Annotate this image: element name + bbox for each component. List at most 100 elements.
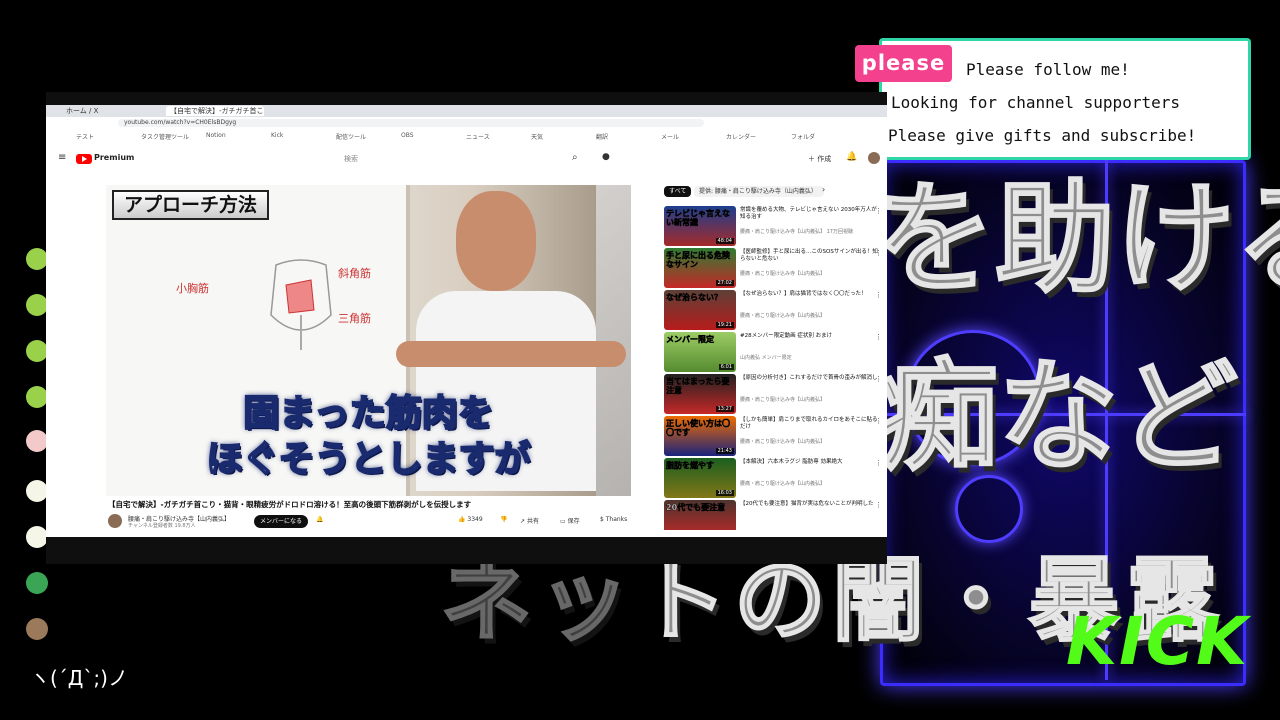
bookmark-item[interactable]: カレンダー: [726, 132, 756, 141]
duration-badge: 27:02: [715, 280, 734, 286]
more-options-icon[interactable]: ⋮: [875, 375, 882, 383]
more-options-icon[interactable]: ⋮: [875, 207, 882, 215]
duration-badge: 13:27: [715, 406, 734, 412]
video-thumbnail[interactable]: メンバー限定 6:01: [664, 332, 736, 372]
tab-youtube[interactable]: 【自宅で解決】-ガチガチ首こり...: [166, 106, 264, 116]
browser-tab-strip: ホーム / X 【自宅で解決】-ガチガチ首こり...: [46, 105, 887, 117]
recommendation-meta: 腰痛・肩こり駆け込み寺【山内義弘】: [740, 271, 826, 277]
create-button[interactable]: ＋ 作成: [808, 154, 831, 164]
recommendation-item[interactable]: メンバー限定 6:01 #28メンバー限定動画 症状別 おまけ 山内義弘 メンバ…: [664, 332, 884, 372]
thanks-button[interactable]: $ Thanks: [600, 516, 627, 523]
youtube-premium-label: Premium: [94, 153, 135, 162]
create-label: 作成: [817, 155, 832, 163]
bookmark-item[interactable]: メール: [661, 132, 679, 141]
chat-emote-icon: [26, 248, 48, 270]
recommendation-item[interactable]: テレビじゃ言えない新常識 48:04 常識を覆める大物、テレビじゃ言えない 20…: [664, 206, 884, 246]
more-options-icon[interactable]: ⋮: [875, 291, 882, 299]
join-button[interactable]: メンバーになる: [254, 515, 308, 528]
video-thumbnail[interactable]: 当てはまったら要注意 13:27: [664, 374, 736, 414]
channel-subscribers: チャンネル登録者数 19.8万人: [128, 523, 196, 529]
mic-icon[interactable]: ●: [602, 152, 610, 162]
duration-badge: 48:04: [715, 238, 734, 244]
browser-toolbar: youtube.com/watch?v=CH0ElsBDgyg: [46, 117, 887, 129]
chat-message-kaomoji: ヽ(´Д`;)ノ: [30, 666, 128, 690]
video-section-tag: アプローチ方法: [112, 190, 270, 220]
recommendation-item[interactable]: 当てはまったら要注意 13:27 【原因の分析付き】これするだけで首骨の歪みが解…: [664, 374, 884, 414]
tab-x[interactable]: ホーム / X: [66, 106, 98, 116]
bell-icon[interactable]: 🔔: [316, 516, 323, 523]
recommendation-title[interactable]: 【本解決】六本木ラグジ 脂肪専 効果絶大: [740, 459, 880, 466]
bookmark-item[interactable]: ニュース: [466, 132, 490, 141]
notifications-icon[interactable]: 🔔: [846, 152, 857, 162]
video-thumbnail[interactable]: 正しい使い方は〇〇です 21:43: [664, 416, 736, 456]
recommendation-title[interactable]: 【20代でも要注意】猫背が実は危ないことが判明した: [740, 501, 880, 508]
channel-row: 腰痛・肩こり駆け込み寺【山内義弘】 チャンネル登録者数 19.8万人 メンバーに…: [108, 512, 638, 532]
video-thumbnail[interactable]: 20代でも要注意: [664, 500, 736, 530]
share-label: 共有: [526, 518, 539, 525]
more-options-icon[interactable]: ⋮: [875, 333, 882, 341]
video-thumbnail[interactable]: 手と尿に出る危険なサイン 27:02: [664, 248, 736, 288]
bookmark-item[interactable]: 配信ツール: [336, 132, 366, 141]
bookmark-item[interactable]: OBS: [401, 132, 414, 139]
cake-emote-icon: [26, 430, 48, 452]
recommendation-title[interactable]: 【しかも簡単】肩こりまで取れるカイロをあそこに貼るだけ: [740, 417, 880, 431]
bookmark-item[interactable]: Kick: [271, 132, 283, 139]
duration-badge: 16:03: [715, 490, 734, 496]
more-options-icon[interactable]: ⋮: [875, 249, 882, 257]
search-icon[interactable]: ⌕: [572, 152, 578, 163]
video-thumbnail[interactable]: なぜ治らない？ 19:21: [664, 290, 736, 330]
bookmark-item[interactable]: 翻訳: [596, 132, 608, 141]
bookmark-item[interactable]: フォルダ: [791, 132, 815, 141]
anatomy-drawing-icon: [270, 259, 332, 350]
share-button[interactable]: ↗ 共有: [520, 516, 539, 525]
bookmark-item[interactable]: タスク管理ツール: [141, 132, 189, 141]
video-thumbnail[interactable]: テレビじゃ言えない新常識 48:04: [664, 206, 736, 246]
video-thumbnail[interactable]: 脂肪を燃やす 16:03: [664, 458, 736, 498]
more-options-icon[interactable]: ⋮: [875, 501, 882, 509]
recommendation-title[interactable]: 常識を覆める大物、テレビじゃ言えない 2030年万人が知る治す: [740, 207, 880, 221]
please-badge: please: [855, 45, 952, 82]
recommendation-title[interactable]: 【医師監修】手と尿に出る…このSOSサインが出る！知らないと危ない: [740, 249, 880, 263]
recommendation-item[interactable]: なぜ治らない？ 19:21 【なぜ治らない？】肩は猫背ではなく〇〇だった！ 腰痛…: [664, 290, 884, 330]
more-options-icon[interactable]: ⋮: [875, 417, 882, 425]
like-button[interactable]: 👍 3349: [458, 516, 483, 523]
ghost-emote-icon: [26, 480, 48, 502]
bookmarks-bar: テスト タスク管理ツール Notion Kick 配信ツール OBS ニュース …: [46, 129, 887, 143]
bookmark-item[interactable]: Notion: [206, 132, 226, 139]
chevron-right-icon[interactable]: ›: [822, 185, 825, 194]
chip-channel[interactable]: 提供: 腰痛・肩こり駆け込み寺（山内義弘）: [694, 186, 824, 197]
more-options-icon[interactable]: ⋮: [875, 459, 882, 467]
address-bar[interactable]: youtube.com/watch?v=CH0ElsBDgyg: [118, 119, 704, 127]
save-label: 保存: [567, 518, 580, 525]
recommendation-title[interactable]: 【なぜ治らない？】肩は猫背ではなく〇〇だった！: [740, 291, 880, 298]
bookmark-item[interactable]: 天気: [531, 132, 543, 141]
save-button[interactable]: ▭ 保存: [560, 516, 580, 525]
duration-badge: 19:21: [715, 322, 734, 328]
chip-all[interactable]: すべて: [664, 186, 692, 197]
search-input[interactable]: 検索: [226, 152, 566, 166]
avatar[interactable]: [868, 152, 880, 164]
bookmark-item[interactable]: テスト: [76, 132, 94, 141]
recommendation-meta: 腰痛・肩こり駆け込み寺【山内義弘】: [740, 313, 826, 319]
browser-window-capture: ホーム / X 【自宅で解決】-ガチガチ首こり... youtube.com/w…: [46, 92, 887, 564]
board-note: 小胸筋: [176, 282, 209, 295]
ghost-emote-icon: [26, 526, 48, 548]
menu-icon[interactable]: ≡: [58, 152, 66, 163]
channel-avatar[interactable]: [108, 514, 122, 528]
youtube-header: ≡ Premium 検索 ⌕ ● ＋ 作成 🔔: [46, 142, 887, 178]
dislike-icon[interactable]: 👎: [500, 516, 507, 523]
frog-emote-icon: [26, 572, 48, 594]
recommendation-item[interactable]: 20代でも要注意 【20代でも要注意】猫背が実は危ないことが判明した ⋮: [664, 500, 884, 530]
video-player[interactable]: 小胸筋 斜角筋 三角筋 アプローチ方法 固まった筋肉を ほぐそうとしますが: [106, 185, 631, 496]
recommendation-meta: 腰痛・肩こり駆け込み寺【山内義弘】: [740, 439, 826, 445]
recommendation-title[interactable]: 【原因の分析付き】これするだけで首骨の歪みが解消し: [740, 375, 880, 382]
recommendation-item[interactable]: 脂肪を燃やす 16:03 【本解決】六本木ラグジ 脂肪専 効果絶大 腰痛・肩こり…: [664, 458, 884, 498]
thanks-label: Thanks: [605, 516, 628, 523]
youtube-logo-icon[interactable]: [76, 154, 92, 164]
recommendation-meta: 腰痛・肩こり駆け込み寺【山内義弘】: [740, 481, 826, 487]
duration-badge: 6:01: [718, 364, 734, 370]
recommendation-title[interactable]: #28メンバー限定動画 症状別 おまけ: [740, 333, 880, 340]
recommendation-item[interactable]: 正しい使い方は〇〇です 21:43 【しかも簡単】肩こりまで取れるカイロをあそこ…: [664, 416, 884, 456]
recommendation-item[interactable]: 手と尿に出る危険なサイン 27:02 【医師監修】手と尿に出る…このSOSサイン…: [664, 248, 884, 288]
chat-emote-icon: [26, 294, 48, 316]
